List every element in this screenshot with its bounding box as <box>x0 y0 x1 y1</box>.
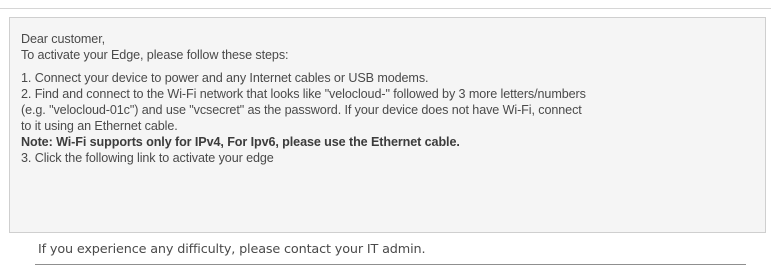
step-2-text-line-2: (e.g. "velocloud-01c") and use "vcsecret… <box>21 103 582 117</box>
ipv-note-text: Note: Wi-Fi supports only for IPv4, For … <box>21 135 460 149</box>
step-2-text-line-3: to it using an Ethernet cable. <box>21 119 178 133</box>
step-2-text-line-1: 2. Find and connect to the Wi-Fi network… <box>21 87 586 101</box>
activation-email-page: Dear customer, To activate your Edge, pl… <box>0 0 771 280</box>
greeting-block: Dear customer, To activate your Edge, pl… <box>21 31 750 63</box>
step-3-text: 3. Click the following link to activate … <box>21 151 274 165</box>
top-divider <box>0 8 771 9</box>
email-body-panel: Dear customer, To activate your Edge, pl… <box>9 17 766 233</box>
footer-divider <box>35 264 746 265</box>
step-1-text: 1. Connect your device to power and any … <box>21 71 429 85</box>
support-message: If you experience any difficulty, please… <box>38 242 426 257</box>
greeting-text: Dear customer, <box>21 32 105 46</box>
intro-text: To activate your Edge, please follow the… <box>21 48 289 62</box>
steps-list: 1. Connect your device to power and any … <box>21 70 750 166</box>
